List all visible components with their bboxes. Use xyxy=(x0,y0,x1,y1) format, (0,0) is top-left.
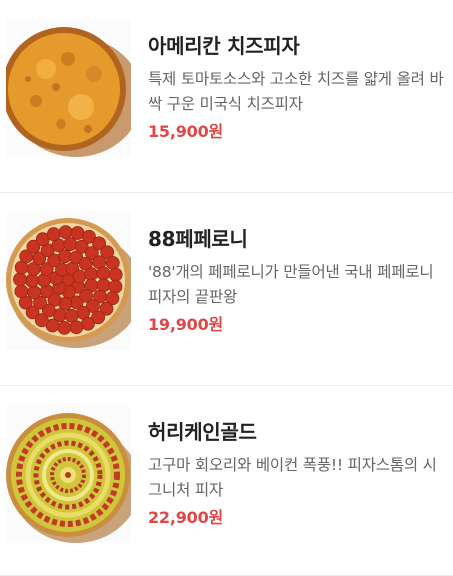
pepperoni-pizza-image xyxy=(6,212,131,350)
pepperoni-slice xyxy=(37,273,51,288)
menu-item-description: 고구마 회오리와 베이컨 폭풍!! 피자스톰의 시그니처 피자 xyxy=(148,456,437,499)
menu-item-88-pepperoni[interactable]: 88페페로니 '88'개의 페페로니가 만들어낸 국내 페페로니 피자의 끝판왕… xyxy=(0,193,453,386)
pepperoni-slice xyxy=(27,285,42,300)
menu-item-info: 88페페로니 '88'개의 페페로니가 만들어낸 국내 페페로니 피자의 끝판왕… xyxy=(148,226,445,336)
menu-item-name: 88페페로니 xyxy=(148,227,248,251)
menu-item-hurricane-gold[interactable]: 허리케인골드 고구마 회오리와 베이컨 폭풍!! 피자스톰의 시그니처 피자 2… xyxy=(0,386,453,576)
menu-item-price: 19,900원 xyxy=(148,315,224,334)
cheese-pizza-image xyxy=(6,19,131,157)
menu-item-description: '88'개의 페페로니가 만들어낸 국내 페페로니 피자의 끝판왕 xyxy=(148,263,434,306)
menu-item-name: 허리케인골드 xyxy=(148,420,257,444)
pepperoni-slice xyxy=(72,269,87,284)
pepperoni-slice xyxy=(105,256,120,270)
menu-item-name: 아메리칸 치즈피자 xyxy=(148,34,300,58)
menu-list: 아메리칸 치즈피자 특제 토마토소스와 고소한 치즈를 얇게 올려 바싹 구운 … xyxy=(0,0,453,576)
pepperoni-slice xyxy=(46,227,61,242)
pepperoni-slice xyxy=(64,308,79,323)
menu-item-info: 아메리칸 치즈피자 특제 토마토소스와 고소한 치즈를 얇게 올려 바싹 구운 … xyxy=(148,33,445,143)
pepperoni-slice xyxy=(25,273,39,288)
pepperoni-slice xyxy=(69,320,84,335)
menu-item-american-cheese[interactable]: 아메리칸 치즈피자 특제 토마토소스와 고소한 치즈를 얇게 올려 바싹 구운 … xyxy=(0,0,453,193)
menu-item-price: 15,900원 xyxy=(148,122,224,141)
menu-item-description: 특제 토마토소스와 고소한 치즈를 얇게 올려 바싹 구운 미국식 치즈피자 xyxy=(148,70,444,113)
menu-item-info: 허리케인골드 고구마 회오리와 베이컨 폭풍!! 피자스톰의 시그니처 피자 2… xyxy=(148,419,445,529)
pepperoni-pizza-icon xyxy=(6,212,131,350)
pepperoni-slice xyxy=(81,316,95,331)
pepperoni-slice xyxy=(58,225,73,240)
menu-item-price: 22,900원 xyxy=(148,508,224,527)
pepperoni-slice xyxy=(34,313,49,328)
pepperoni-slice xyxy=(13,272,27,287)
cheese-pizza-icon xyxy=(6,19,131,157)
hurricane-gold-pizza-image xyxy=(6,405,131,543)
pepperoni-slice xyxy=(63,237,78,251)
pepperoni-slice xyxy=(57,321,72,335)
pepperoni-slice xyxy=(108,279,123,294)
pepperoni-slice xyxy=(108,267,123,282)
hurricane-gold-pizza-icon xyxy=(6,405,131,543)
pepperoni-slice xyxy=(96,266,111,281)
pepperoni-slice xyxy=(14,284,29,299)
